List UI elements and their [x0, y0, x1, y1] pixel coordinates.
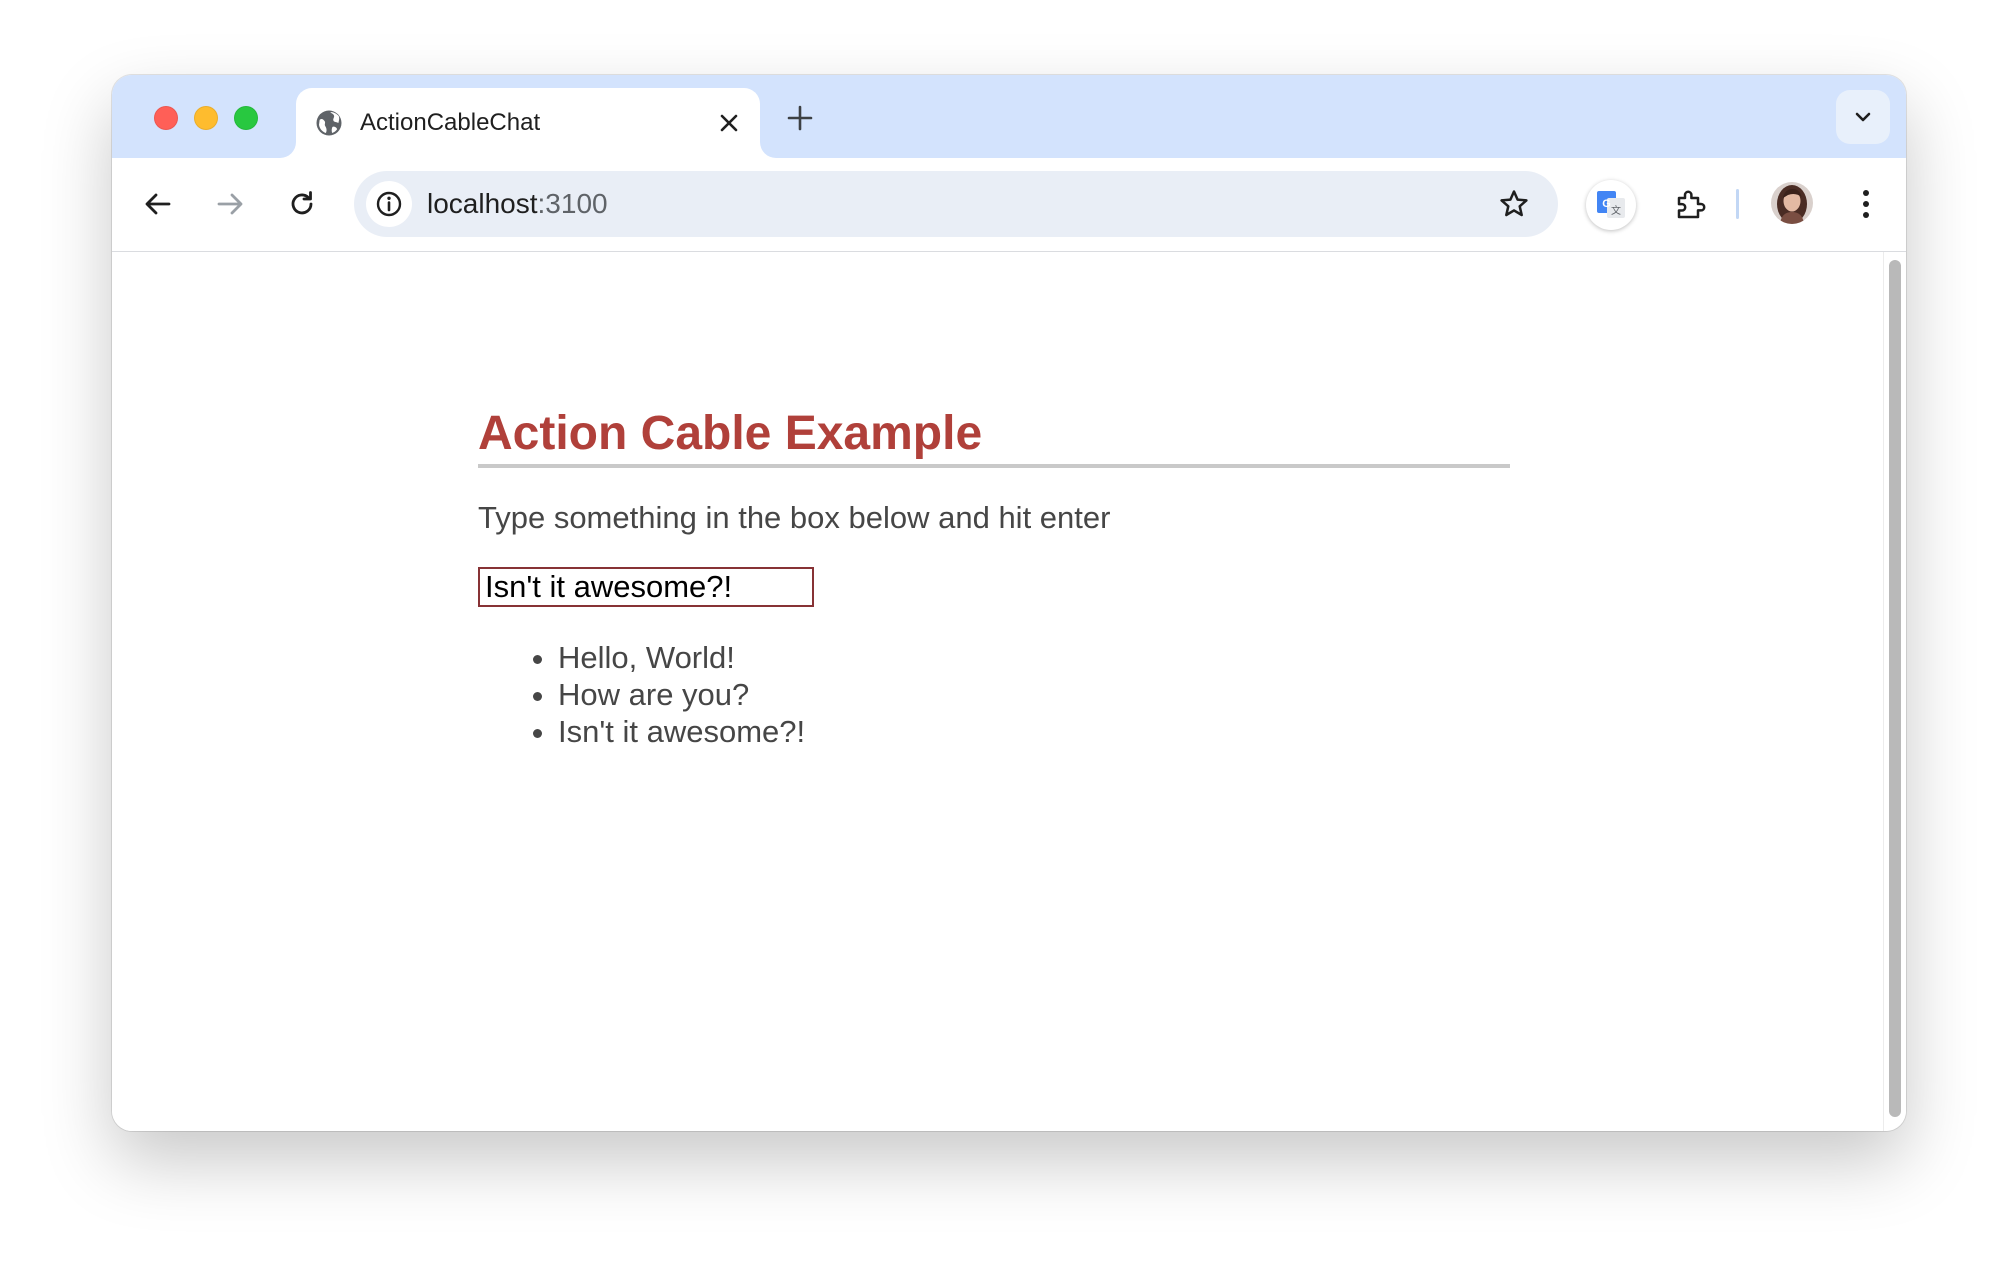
minimize-window-button[interactable]: [194, 106, 218, 130]
forward-button[interactable]: [206, 180, 254, 228]
instructions-text: Type something in the box below and hit …: [478, 500, 1111, 535]
message-input[interactable]: [478, 567, 814, 607]
scrollbar-thumb[interactable]: [1889, 260, 1901, 1117]
toolbar-divider: [1736, 189, 1739, 219]
url-port: :3100: [537, 188, 608, 219]
extensions-button[interactable]: [1668, 182, 1712, 226]
globe-icon: [314, 108, 344, 138]
new-tab-button[interactable]: [784, 102, 816, 134]
translate-icon: G 文: [1597, 191, 1625, 218]
bookmark-star-icon[interactable]: [1496, 186, 1532, 222]
svg-text:G: G: [1602, 198, 1611, 210]
reload-button[interactable]: [278, 180, 326, 228]
maximize-window-button[interactable]: [234, 106, 258, 130]
url-text[interactable]: localhost:3100: [427, 188, 608, 220]
avatar-icon: [1771, 182, 1813, 224]
list-item: Hello, World!: [558, 639, 1510, 676]
puzzle-icon: [1677, 190, 1706, 219]
list-item: Isn't it awesome?!: [558, 713, 1510, 750]
url-host: localhost: [427, 188, 538, 219]
vertical-scrollbar[interactable]: [1883, 252, 1906, 1131]
arrow-left-icon: [145, 193, 171, 215]
tab-search-button[interactable]: [1836, 90, 1890, 144]
browser-window: ActionCableChat localhost:3100 G 文 Actio…: [112, 75, 1906, 1131]
list-item: How are you?: [558, 676, 1510, 713]
info-icon: [376, 191, 402, 217]
browser-menu-button[interactable]: [1844, 182, 1888, 226]
tab-close-icon[interactable]: [716, 110, 742, 136]
message-list: Hello, World! How are you? Isn't it awes…: [478, 639, 1510, 750]
tab-actioncablechat[interactable]: ActionCableChat: [296, 88, 760, 158]
arrow-right-icon: [217, 193, 243, 215]
site-info-button[interactable]: [366, 181, 412, 227]
more-vert-icon: [1863, 190, 1869, 218]
back-button[interactable]: [134, 180, 182, 228]
tab-strip: ActionCableChat: [112, 75, 1906, 158]
svg-text:文: 文: [1611, 204, 1621, 217]
address-bar[interactable]: localhost:3100: [354, 171, 1558, 237]
profile-avatar[interactable]: [1771, 182, 1813, 224]
tab-title: ActionCableChat: [360, 109, 541, 136]
page-content: Action Cable Example Type something in t…: [478, 402, 1510, 750]
reload-icon: [291, 191, 313, 215]
plus-icon: [787, 105, 813, 131]
google-translate-extension[interactable]: G 文: [1586, 180, 1636, 230]
screenshot-stage: ActionCableChat localhost:3100 G 文 Actio…: [0, 0, 2016, 1278]
close-window-button[interactable]: [154, 106, 178, 130]
chevron-down-icon: [1855, 112, 1871, 122]
page-title: Action Cable Example: [478, 402, 1510, 468]
browser-toolbar: localhost:3100 G 文: [112, 158, 1906, 252]
